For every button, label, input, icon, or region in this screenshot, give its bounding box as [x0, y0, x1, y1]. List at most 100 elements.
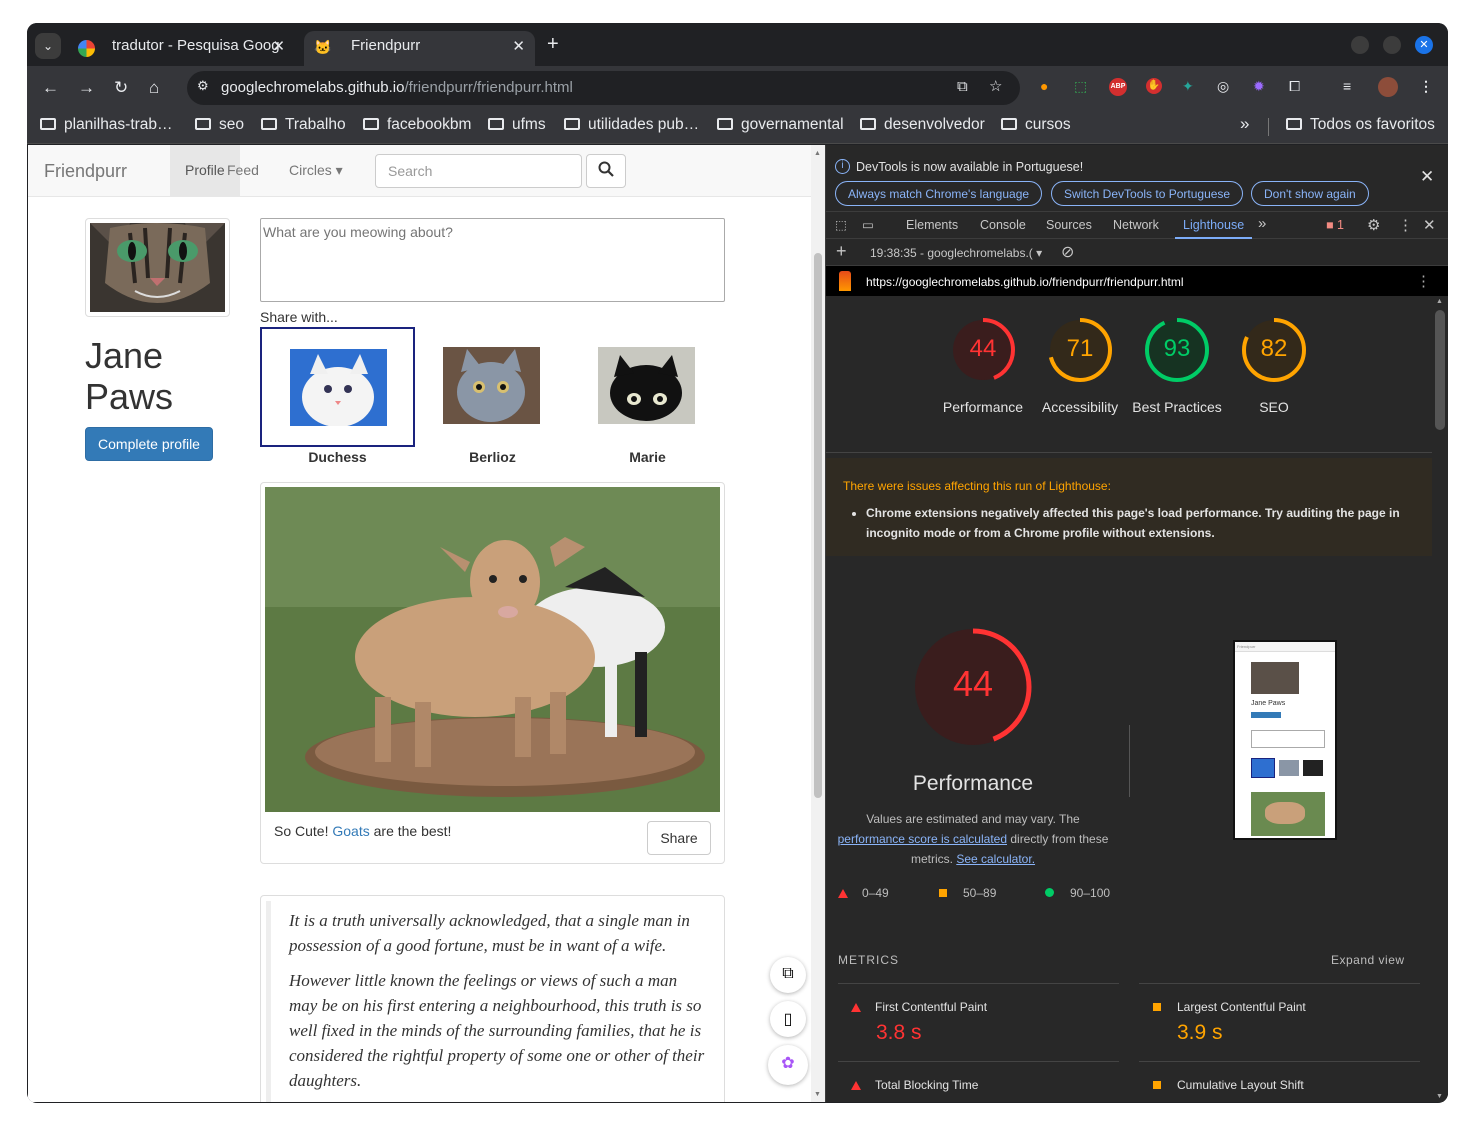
tab-network[interactable]: Network — [1113, 218, 1159, 232]
clear-reports-icon[interactable]: ⊘ — [1061, 242, 1074, 262]
folder-icon — [1001, 118, 1017, 130]
tab-search-icon[interactable]: ⌄ — [35, 33, 61, 59]
meow-textarea[interactable]: What are you meowing about? — [260, 218, 725, 302]
reader-mode-icon[interactable]: ▯ — [770, 1001, 806, 1037]
metric-name: Total Blocking Time — [875, 1078, 979, 1092]
performance-score: 44 — [952, 663, 994, 704]
cat-option-marie[interactable] — [570, 327, 725, 447]
bookmark-folder[interactable]: seo — [195, 116, 244, 134]
post-caption: So Cute! Goats are the best! — [274, 823, 451, 839]
bird-extension-icon[interactable]: ✦ — [1182, 78, 1194, 95]
reload-icon[interactable]: ↻ — [114, 78, 128, 98]
new-tab-icon[interactable]: + — [547, 33, 559, 56]
page-scrollbar-thumb[interactable] — [814, 253, 822, 798]
expand-view-toggle[interactable]: Expand view — [1331, 953, 1405, 967]
language-infobar: i DevTools is now available in Portugues… — [826, 145, 1448, 211]
new-report-icon[interactable]: + — [836, 241, 847, 262]
tab-elements[interactable]: Elements — [906, 218, 958, 232]
gauge-performance[interactable]: 44 Performance — [938, 315, 1028, 417]
report-scrollbar-thumb[interactable] — [1435, 310, 1445, 430]
maximize-button[interactable] — [1383, 36, 1401, 54]
gauge-accessibility[interactable]: 71 Accessibility — [1035, 315, 1125, 417]
match-language-button[interactable]: Always match Chrome's language — [835, 181, 1043, 206]
tab-console[interactable]: Console — [980, 218, 1026, 232]
score-label: Performance — [942, 399, 1024, 415]
address-bar[interactable]: ⚙ googlechromelabs.github.io/friendpurr/… — [187, 71, 1020, 105]
bookmark-folder[interactable]: ufms — [488, 116, 546, 134]
nav-feed[interactable]: Feed — [212, 145, 274, 196]
nav-circles[interactable]: Circles ▾ — [274, 145, 358, 196]
all-bookmarks-folder[interactable]: Todos os favoritos — [1286, 116, 1435, 134]
back-icon[interactable]: ← — [42, 78, 59, 98]
cat-option-duchess[interactable] — [260, 327, 415, 447]
score-calculated-link[interactable]: performance score is calculated — [838, 832, 1007, 846]
translate-float-icon[interactable]: ⧉ — [770, 957, 806, 993]
bookmark-folder[interactable]: desenvolvedor — [860, 116, 985, 134]
close-window-button[interactable]: ✕ — [1415, 36, 1433, 54]
minimize-button[interactable] — [1351, 36, 1369, 54]
bookmark-star-icon[interactable]: ☆ — [989, 77, 1002, 95]
report-scrollbar[interactable]: ▲ ▼ — [1432, 296, 1448, 1102]
share-with-label: Share with... — [260, 309, 338, 325]
legend-label: 50–89 — [963, 886, 997, 900]
ai-brain-icon[interactable]: ✿ — [768, 1045, 808, 1085]
bookmark-label: desenvolvedor — [884, 116, 985, 133]
bookmark-folder[interactable]: Trabalho — [261, 116, 346, 134]
close-tab-icon[interactable]: ✕ — [512, 37, 525, 55]
extension-icon[interactable]: ● — [1040, 78, 1048, 94]
report-url[interactable]: https://googlechromelabs.github.io/frien… — [866, 275, 1184, 289]
see-calculator-link[interactable]: See calculator. — [956, 852, 1035, 866]
tab-friendpurr[interactable]: 🐱 Friendpurr ✕ — [304, 31, 535, 66]
media-controls-icon[interactable]: ≡ — [1343, 78, 1351, 94]
folder-icon — [860, 118, 876, 130]
adblock-icon[interactable]: ABP — [1109, 78, 1127, 96]
error-count-badge[interactable]: ■ 1 — [1326, 218, 1344, 232]
close-devtools-icon[interactable]: ✕ — [1423, 216, 1436, 234]
stop-extension-icon[interactable]: ✋ — [1146, 78, 1162, 94]
inspect-element-icon[interactable]: ⬚ — [835, 217, 847, 232]
close-tab-icon[interactable]: ✕ — [272, 37, 285, 55]
profile-avatar[interactable] — [1378, 77, 1398, 97]
bookmark-folder[interactable]: facebookbm — [363, 116, 471, 134]
gauge-best-practices[interactable]: 93 Best Practices — [1132, 315, 1222, 417]
close-infobar-icon[interactable]: ✕ — [1420, 167, 1434, 187]
more-tabs-icon[interactable]: » — [1258, 215, 1266, 232]
legend-pass: 90–100 — [1045, 886, 1110, 900]
bookmark-folder[interactable]: governamental — [717, 116, 844, 134]
tab-sources[interactable]: Sources — [1046, 218, 1092, 232]
score-value: 93 — [1163, 335, 1191, 362]
page-scrollbar[interactable]: ▲ ▼ — [811, 145, 825, 1102]
tab-lighthouse[interactable]: Lighthouse — [1174, 218, 1253, 239]
goats-link[interactable]: Goats — [332, 823, 369, 839]
site-info-icon[interactable]: ⚙ — [197, 78, 209, 94]
search-button[interactable] — [586, 154, 626, 188]
translate-icon[interactable]: ⧉ — [957, 78, 968, 95]
folder-icon — [564, 118, 580, 130]
search-input[interactable]: Search — [375, 154, 582, 188]
cat-option-berlioz[interactable] — [415, 327, 570, 447]
more-bookmarks-icon[interactable]: » — [1240, 114, 1249, 134]
chrome-menu-icon[interactable]: ⋮ — [1419, 78, 1433, 95]
target-extension-icon[interactable]: ◎ — [1217, 78, 1229, 95]
extensions-puzzle-icon[interactable]: ⧠ — [1289, 78, 1300, 95]
device-toolbar-icon[interactable]: ▭ — [862, 217, 874, 232]
gear-extension-icon[interactable]: ✹ — [1253, 78, 1265, 95]
bookmark-label: seo — [219, 116, 244, 133]
complete-profile-button[interactable]: Complete profile — [85, 427, 213, 461]
forward-icon[interactable]: → — [78, 78, 95, 98]
share-button[interactable]: Share — [647, 821, 711, 855]
devtools-menu-icon[interactable]: ⋮ — [1398, 216, 1413, 234]
bookmark-folder[interactable]: planilhas-trab… — [40, 116, 173, 134]
report-menu-icon[interactable]: ⋮ — [1416, 272, 1431, 290]
settings-gear-icon[interactable]: ⚙ — [1367, 216, 1380, 234]
bookmark-folder[interactable]: utilidades pub… — [564, 116, 699, 134]
site-brand[interactable]: Friendpurr — [44, 161, 127, 182]
bookmark-folder[interactable]: cursos — [1001, 116, 1071, 134]
tab-google-search[interactable]: tradutor - Pesquisa Goog ✕ — [65, 31, 295, 66]
dont-show-again-button[interactable]: Don't show again — [1251, 181, 1369, 206]
report-selector[interactable]: 19:38:35 - googlechromelabs.( ▾ — [870, 246, 1042, 260]
home-icon[interactable]: ⌂ — [149, 78, 159, 98]
screenshot-extension-icon[interactable]: ⬚ — [1074, 78, 1087, 95]
switch-portuguese-button[interactable]: Switch DevTools to Portuguese — [1051, 181, 1244, 206]
gauge-seo[interactable]: 82 SEO — [1229, 315, 1319, 417]
